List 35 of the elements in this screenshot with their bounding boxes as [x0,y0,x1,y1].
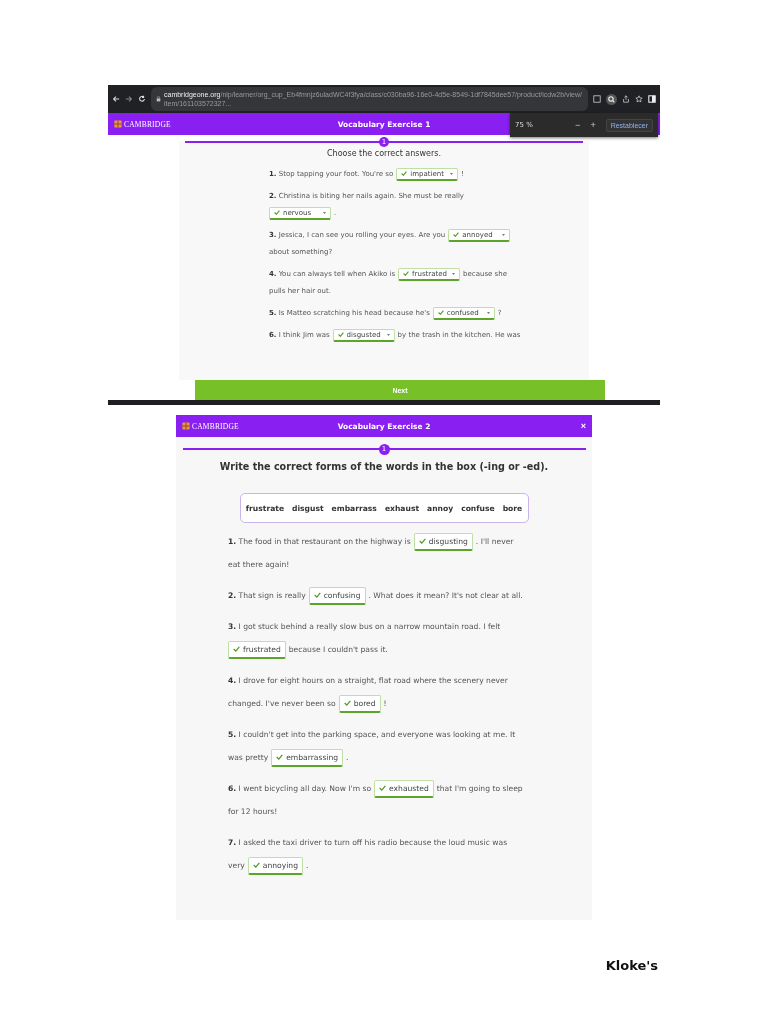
close-button[interactable]: × [430,421,586,431]
star-icon[interactable] [635,95,643,103]
author-mark: Kloke's [605,958,658,973]
caret-icon [323,211,326,214]
caret-icon [502,233,506,236]
caret-icon [486,311,490,314]
instruction-text: Write the correct forms of the words in the box (-ing or -ed). [219,461,549,472]
checkmark-icon [276,754,284,761]
zoom-out-button[interactable]: − [573,120,583,130]
checkmark-icon [401,171,408,177]
instruction-text: Choose the correct answers. [326,149,442,158]
sidebar-icon[interactable] [648,95,656,103]
checkmark-icon [437,310,444,316]
back-icon[interactable] [112,95,120,103]
lock-icon [156,96,161,102]
checkmark-icon [418,538,426,545]
checkmark-icon [403,271,410,277]
checkmark-icon [337,332,344,338]
checkmark-icon [313,592,321,599]
checkmark-icon [233,646,240,653]
checkmark-icon [274,210,280,216]
caret-icon [450,172,454,175]
shield-icon [114,120,122,128]
zoom-icon[interactable] [606,93,617,105]
zoom-in-button[interactable]: + [588,120,598,130]
reload-icon[interactable] [138,95,146,103]
checkmark-icon [343,700,351,707]
forward-icon[interactable] [125,95,133,103]
checkmark-icon [252,862,260,869]
caret-icon [386,333,390,336]
shield-icon [182,422,190,430]
share-icon[interactable] [622,95,630,103]
caret-icon [452,272,456,275]
checkmark-icon [379,785,387,792]
checkmark-icon [453,232,460,238]
